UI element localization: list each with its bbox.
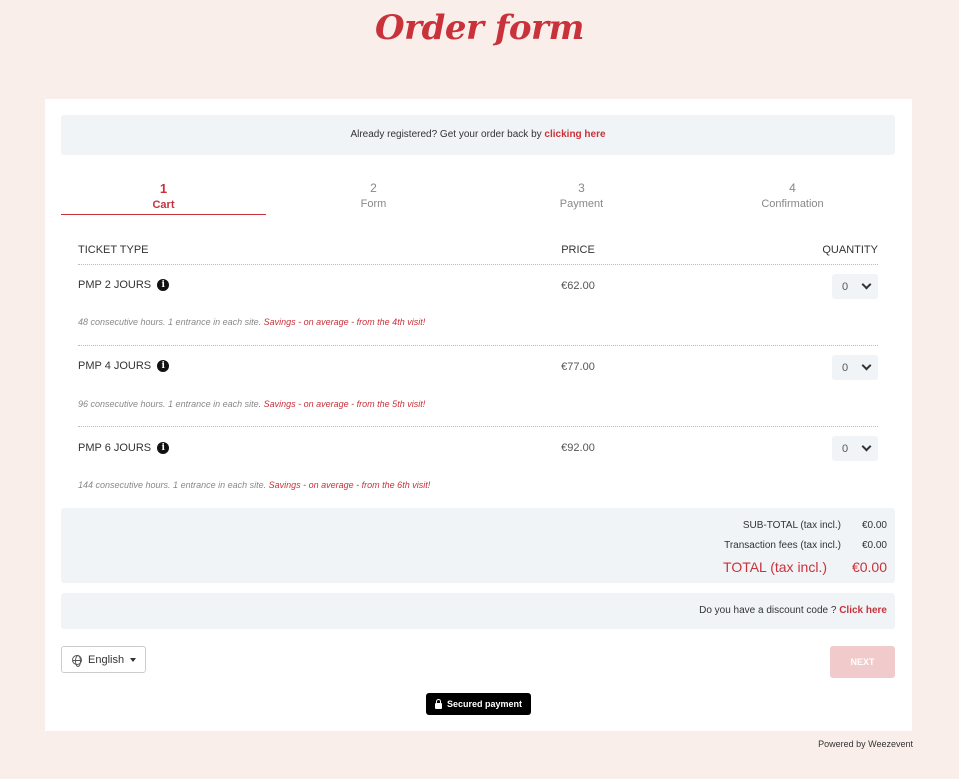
- fees-row: Transaction fees (tax incl.) €0.00: [724, 540, 887, 551]
- ticket-name-text: PMP 4 JOURS: [78, 360, 152, 372]
- chevron-down-icon: [861, 279, 872, 290]
- quantity-value: 0: [842, 361, 849, 374]
- step-number: 1: [159, 181, 168, 196]
- info-circle-icon[interactable]: i: [157, 442, 170, 454]
- ticket-description-text: 48 consecutive hours. 1 entrance in each…: [78, 317, 264, 327]
- registered-text: Already registered? Get your order back …: [350, 129, 545, 140]
- subtotal-label: SUB-TOTAL (tax incl.): [742, 520, 841, 531]
- powered-by: Powered by Weezevent: [818, 739, 913, 749]
- fees-value: €0.00: [861, 540, 887, 551]
- language-label: English: [88, 653, 125, 666]
- language-select[interactable]: English: [61, 646, 146, 673]
- ticket-savings-text: Savings - on average - from the 5th visi…: [263, 399, 426, 409]
- ticket-name: PMP 2 JOURS i: [78, 279, 170, 291]
- ticket-name-text: PMP 2 JOURS: [78, 279, 152, 291]
- quantity-value: 0: [842, 280, 849, 293]
- chevron-down-icon: [861, 441, 872, 452]
- lock-icon: [434, 698, 442, 709]
- step-number: 4: [789, 181, 796, 195]
- row-divider: [78, 426, 878, 427]
- secured-payment-label: Secured payment: [446, 699, 523, 709]
- col-header-price: PRICE: [561, 244, 595, 256]
- totals-panel: SUB-TOTAL (tax incl.) €0.00 Transaction …: [61, 508, 895, 583]
- ticket-description: 144 consecutive hours. 1 entrance in eac…: [78, 480, 430, 490]
- step-payment: 3 Payment: [479, 181, 684, 210]
- ticket-description: 96 consecutive hours. 1 entrance in each…: [78, 399, 425, 409]
- ticket-savings-text: Savings - on average - from the 6th visi…: [268, 480, 431, 490]
- quantity-select[interactable]: 0: [832, 274, 878, 299]
- total-value: €0.00: [851, 559, 887, 575]
- discount-text: Do you have a discount code ?: [699, 605, 840, 616]
- step-number: 2: [370, 181, 377, 195]
- col-header-ticket-type: TICKET TYPE: [78, 244, 149, 256]
- discount-code-link[interactable]: Click here: [839, 605, 887, 616]
- quantity-select[interactable]: 0: [832, 355, 878, 380]
- caret-down-icon: [130, 657, 137, 662]
- step-label: Form: [360, 198, 387, 210]
- total-row: TOTAL (tax incl.) €0.00: [723, 559, 887, 575]
- row-divider: [78, 345, 878, 346]
- quantity-value: 0: [842, 442, 849, 455]
- secured-payment-badge: Secured payment: [426, 693, 531, 715]
- ticket-price: €92.00: [561, 442, 595, 454]
- ticket-description: 48 consecutive hours. 1 entrance in each…: [78, 317, 425, 327]
- ticket-name-text: PMP 6 JOURS: [78, 442, 152, 454]
- step-confirmation: 4 Confirmation: [690, 181, 895, 210]
- header-divider: [78, 264, 878, 265]
- fees-label: Transaction fees (tax incl.): [724, 540, 841, 551]
- subtotal-value: €0.00: [861, 520, 887, 531]
- ticket-price: €77.00: [561, 361, 595, 373]
- info-circle-icon[interactable]: i: [157, 360, 170, 372]
- info-circle-icon[interactable]: i: [157, 279, 170, 291]
- step-label: Payment: [559, 198, 604, 210]
- checkout-steps: 1 Cart 2 Form 3 Payment 4 Confirmation: [61, 181, 895, 217]
- ticket-savings-text: Savings - on average - from the 4th visi…: [263, 317, 426, 327]
- globe-icon: [72, 654, 82, 667]
- get-order-back-link[interactable]: clicking here: [544, 129, 605, 140]
- order-card: Already registered? Get your order back …: [45, 99, 912, 731]
- ticket-description-text: 144 consecutive hours. 1 entrance in eac…: [78, 480, 269, 490]
- ticket-description-text: 96 consecutive hours. 1 entrance in each…: [78, 399, 264, 409]
- ticket-price: €62.00: [561, 280, 595, 292]
- ticket-name: PMP 6 JOURS i: [78, 442, 170, 454]
- step-number: 3: [578, 181, 585, 195]
- chevron-down-icon: [861, 360, 872, 371]
- quantity-select[interactable]: 0: [832, 436, 878, 461]
- step-cart[interactable]: 1 Cart: [61, 181, 266, 215]
- total-label: TOTAL (tax incl.): [723, 559, 827, 575]
- next-button[interactable]: NEXT: [830, 646, 895, 678]
- step-label: Cart: [152, 199, 175, 211]
- col-header-quantity: QUANTITY: [822, 244, 878, 256]
- page-title: Order form: [375, 8, 584, 48]
- step-label: Confirmation: [761, 198, 824, 210]
- discount-panel: Do you have a discount code ? Click here: [61, 593, 895, 629]
- step-form: 2 Form: [271, 181, 476, 210]
- ticket-name: PMP 4 JOURS i: [78, 360, 170, 372]
- registered-banner: Already registered? Get your order back …: [61, 115, 895, 155]
- subtotal-row: SUB-TOTAL (tax incl.) €0.00: [743, 520, 887, 531]
